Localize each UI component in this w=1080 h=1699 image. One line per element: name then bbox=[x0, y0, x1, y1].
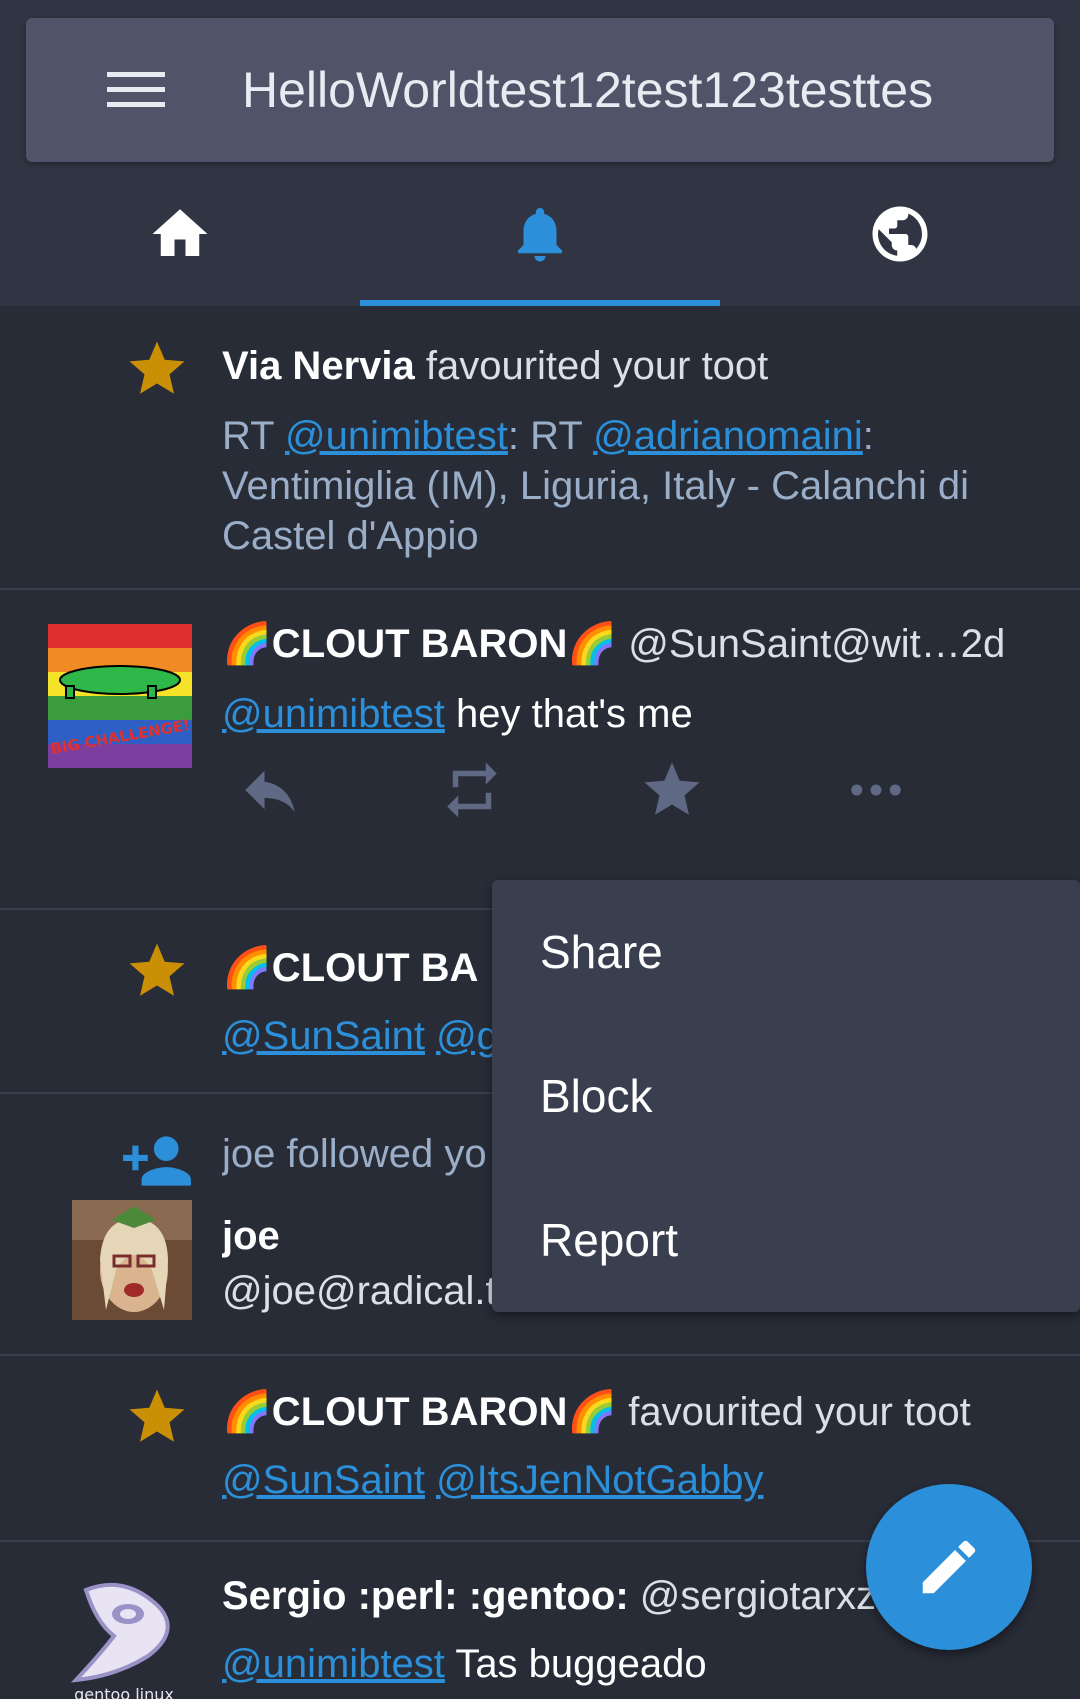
hamburger-menu-icon bbox=[107, 72, 165, 107]
mention-link[interactable]: @unimibtest bbox=[222, 692, 445, 736]
menu-item-report[interactable]: Report bbox=[492, 1168, 1080, 1312]
avatar-image: BIG CHALLENGE! bbox=[48, 624, 192, 768]
favourite-button[interactable] bbox=[632, 750, 712, 830]
menu-item-block[interactable]: Block bbox=[492, 1024, 1080, 1168]
notification-content: Via Nervia favourited your toot RT @unim… bbox=[222, 344, 1040, 561]
account-title: HelloWorldtest12test123testtes bbox=[242, 62, 934, 118]
boost-button[interactable] bbox=[432, 750, 512, 830]
actor-name[interactable]: Via Nervia bbox=[222, 344, 415, 388]
menu-item-share[interactable]: Share bbox=[492, 880, 1080, 1024]
mention-link[interactable]: @adrianomaini bbox=[593, 414, 863, 458]
notification-action: favourited your toot bbox=[425, 344, 769, 388]
pencil-icon bbox=[922, 1540, 976, 1594]
status-body: hey that's me bbox=[456, 692, 693, 736]
actor-name[interactable]: 🌈CLOUT BA bbox=[222, 946, 478, 990]
status-actions bbox=[222, 750, 922, 830]
compose-button[interactable] bbox=[866, 1484, 1032, 1650]
actor-name[interactable]: 🌈CLOUT BARON🌈 bbox=[222, 1390, 617, 1434]
avatar-image bbox=[72, 1200, 192, 1320]
search-bar[interactable]: HelloWorldtest12test123testtes bbox=[26, 18, 1054, 162]
mention-link[interactable]: @g bbox=[436, 1014, 499, 1058]
tab-home[interactable] bbox=[0, 162, 360, 306]
tab-bar bbox=[0, 162, 1080, 306]
status-body: Tas buggeado bbox=[455, 1642, 707, 1686]
notification-content: 🌈CLOUT BARON🌈 favourited your toot @SunS… bbox=[222, 1388, 1040, 1505]
display-name[interactable]: joe bbox=[222, 1214, 280, 1258]
more-button[interactable] bbox=[836, 750, 916, 830]
mention-link[interactable]: @unimibtest bbox=[285, 414, 508, 458]
globe-icon bbox=[872, 206, 928, 262]
menu-button[interactable] bbox=[96, 58, 176, 122]
notification-favourite[interactable]: Via Nervia favourited your toot RT @unim… bbox=[0, 306, 1080, 590]
home-icon bbox=[152, 209, 208, 256]
mention-link[interactable]: @unimibtest bbox=[222, 1642, 445, 1686]
gentoo-logo-icon: gentoo linux bbox=[56, 1572, 192, 1699]
avatar[interactable]: BIG CHALLENGE! bbox=[48, 624, 192, 768]
status-content: 🌈CLOUT BARON🌈 @SunSaint@wit…2d @unimibte… bbox=[222, 620, 1040, 739]
timestamp[interactable]: 2d bbox=[961, 622, 1006, 666]
avatar-caption: gentoo linux bbox=[74, 1685, 174, 1699]
mention-link[interactable]: @SunSaint bbox=[222, 1014, 425, 1058]
status-text: @unimibtest hey that's me bbox=[222, 689, 1040, 739]
star-icon bbox=[129, 1389, 185, 1442]
boost-icon bbox=[447, 762, 497, 818]
status-header: 🌈CLOUT BARON🌈 @SunSaint@wit…2d bbox=[222, 620, 1040, 667]
reply-icon bbox=[245, 770, 295, 812]
person-add-icon bbox=[123, 1136, 191, 1186]
notification-headline: 🌈CLOUT BARON🌈 favourited your toot bbox=[222, 1388, 1040, 1435]
bell-icon bbox=[518, 207, 562, 262]
app-header: HelloWorldtest12test123testtes bbox=[0, 0, 1080, 306]
rt-prefix: : RT bbox=[507, 414, 594, 458]
notification-mention[interactable]: BIG CHALLENGE! 🌈CLOUT BARON🌈 @SunSaint@w… bbox=[0, 590, 1080, 910]
tab-federated[interactable] bbox=[720, 162, 1080, 306]
notification-action: favourited your toot bbox=[628, 1390, 971, 1434]
notification-headline: Via Nervia favourited your toot bbox=[222, 344, 1040, 389]
reply-button[interactable] bbox=[230, 750, 310, 830]
star-icon bbox=[644, 762, 700, 815]
account-handle[interactable]: @sergiotarxz bbox=[640, 1574, 876, 1618]
display-name[interactable]: Sergio :perl: :gentoo: bbox=[222, 1574, 629, 1618]
mention-link[interactable]: @ItsJenNotGabby bbox=[436, 1458, 763, 1502]
tab-notifications[interactable] bbox=[360, 162, 720, 306]
status-context-menu: Share Block Report bbox=[492, 880, 1080, 1312]
more-horizontal-icon bbox=[851, 784, 901, 796]
star-icon bbox=[129, 943, 185, 996]
display-name[interactable]: 🌈CLOUT BARON🌈 bbox=[222, 622, 617, 666]
avatar[interactable] bbox=[72, 1200, 192, 1320]
mention-link[interactable]: @SunSaint bbox=[222, 1458, 425, 1502]
avatar[interactable]: gentoo linux bbox=[56, 1572, 192, 1699]
rt-prefix: RT bbox=[222, 414, 285, 458]
account-handle[interactable]: @SunSaint@wit… bbox=[628, 622, 960, 666]
star-icon bbox=[129, 341, 185, 394]
status-text: RT @unimibtest: RT @adrianomaini: Ventim… bbox=[222, 411, 1040, 561]
